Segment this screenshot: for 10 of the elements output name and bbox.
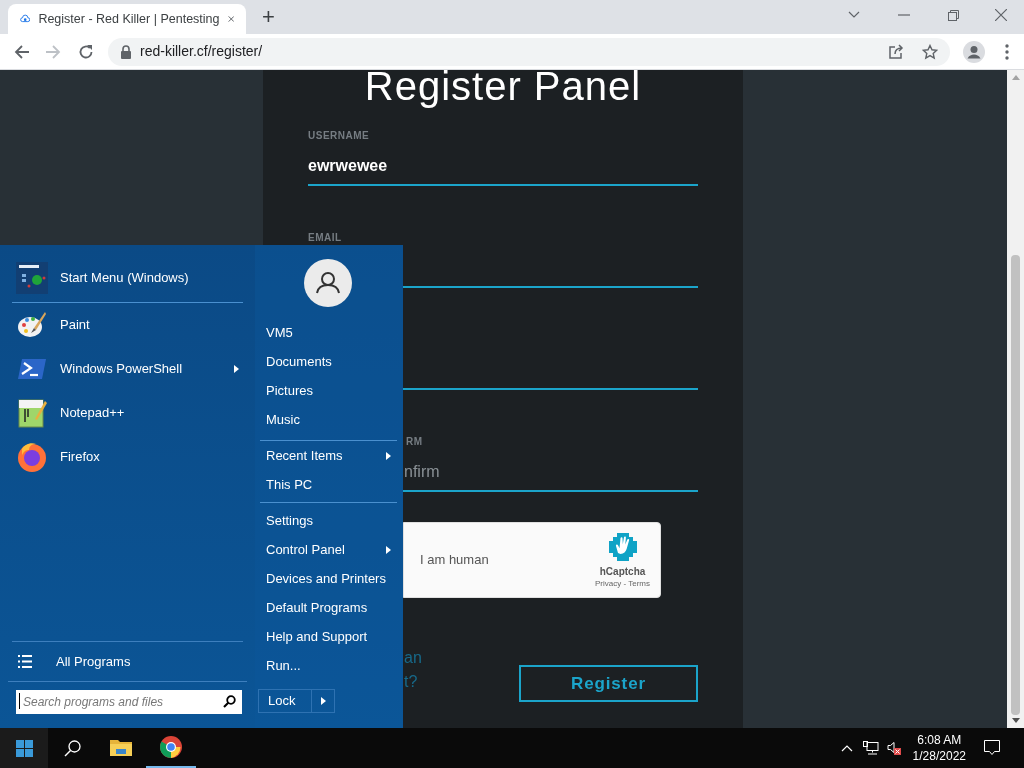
captcha-label: I am human (420, 551, 490, 570)
tab-title: Register - Red Killer | Pentesting (38, 10, 220, 28)
field-label: EMAIL (308, 232, 342, 244)
url-text: red-killer.cf/register/ (140, 42, 264, 61)
field-label: RM (406, 436, 423, 448)
clock-date: 1/28/2022 (912, 748, 966, 764)
field-label: USERNAME (308, 130, 370, 142)
clock-time: 6:08 AM (917, 732, 962, 748)
captcha-brand: hCaptcha (599, 566, 646, 578)
panel-title: Register Panel (363, 70, 643, 106)
